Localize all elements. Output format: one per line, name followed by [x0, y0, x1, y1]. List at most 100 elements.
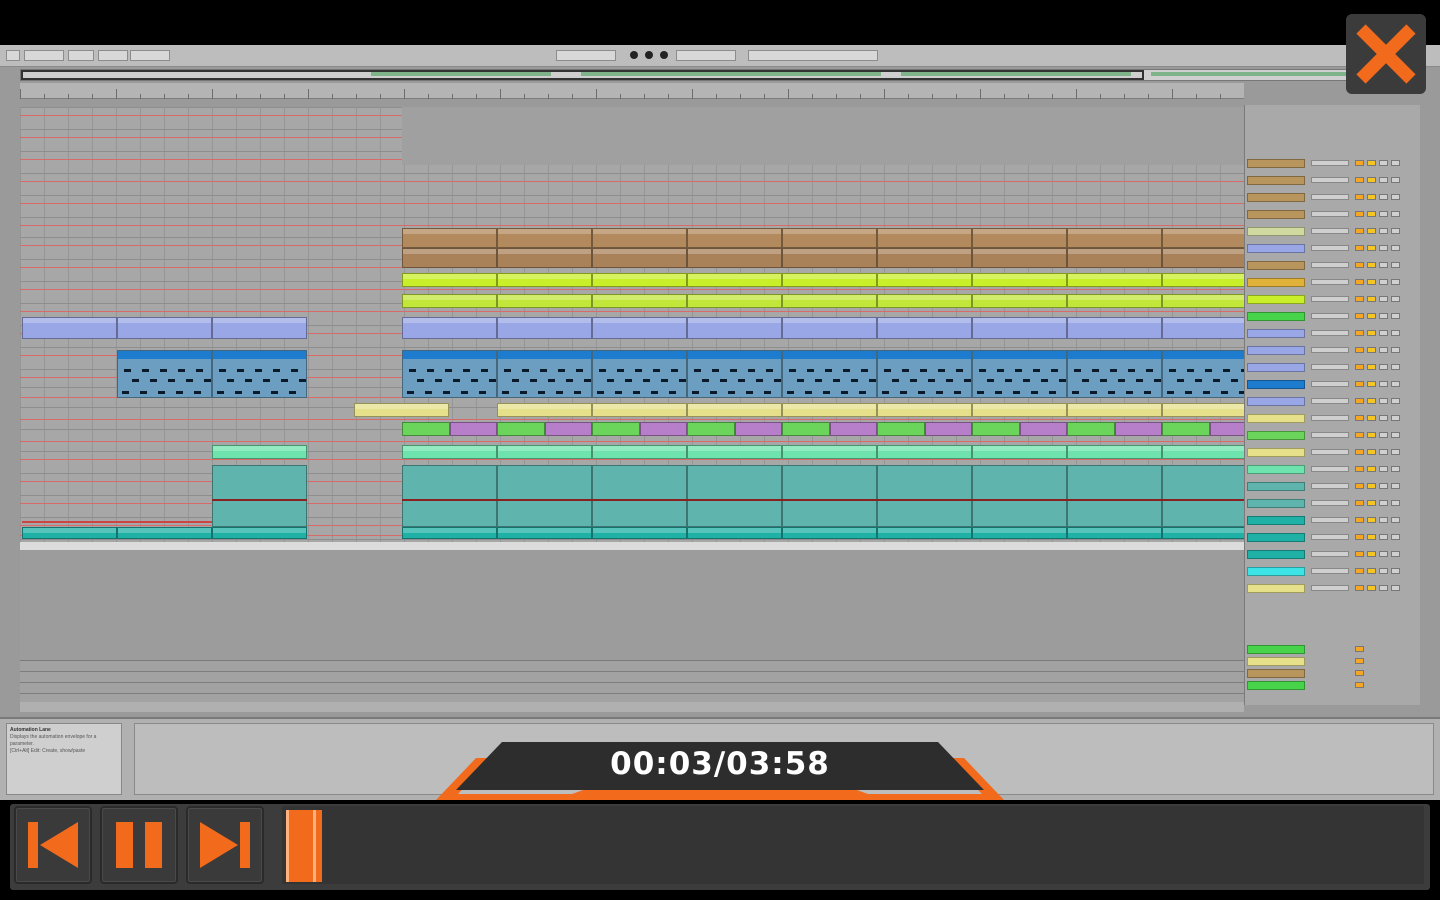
track-activator-button[interactable]: [1355, 534, 1364, 540]
mixer-track-name[interactable]: [1247, 380, 1305, 389]
track-activator-button[interactable]: [1355, 449, 1364, 455]
monitor-button[interactable]: [1391, 568, 1400, 574]
mixer-track-name[interactable]: [1247, 244, 1305, 253]
solo-button[interactable]: [1367, 347, 1376, 353]
mixer-volume-field[interactable]: [1311, 381, 1349, 387]
mixer-track-name[interactable]: [1247, 295, 1305, 304]
mixer-volume-field[interactable]: [1311, 211, 1349, 217]
clip-brown[interactable]: [972, 228, 1067, 248]
monitor-button[interactable]: [1391, 466, 1400, 472]
monitor-button[interactable]: [1391, 517, 1400, 523]
clip-lime-b[interactable]: [1067, 294, 1162, 308]
clip-teal-dark[interactable]: [972, 527, 1067, 539]
solo-button[interactable]: [1367, 211, 1376, 217]
monitor-button[interactable]: [1391, 296, 1400, 302]
toolbar-control[interactable]: [68, 50, 94, 61]
return-track-name[interactable]: [1247, 657, 1305, 666]
track-activator-button[interactable]: [1355, 279, 1364, 285]
solo-button[interactable]: [1367, 500, 1376, 506]
track-activator-button[interactable]: [1355, 194, 1364, 200]
arm-button[interactable]: [1379, 449, 1388, 455]
solo-button[interactable]: [1367, 160, 1376, 166]
midi-clip-blue[interactable]: [972, 350, 1067, 398]
clip-mint[interactable]: [972, 445, 1067, 459]
arm-button[interactable]: [1379, 313, 1388, 319]
clip-green[interactable]: [402, 422, 450, 436]
mixer-volume-field[interactable]: [1311, 585, 1349, 591]
solo-button[interactable]: [1367, 449, 1376, 455]
clip-teal[interactable]: [402, 465, 497, 527]
clip-teal[interactable]: [1067, 465, 1162, 527]
mixer-volume-field[interactable]: [1311, 398, 1349, 404]
clip-mint[interactable]: [877, 445, 972, 459]
clip-green[interactable]: [972, 422, 1020, 436]
track-activator-button[interactable]: [1355, 568, 1364, 574]
mixer-track-name[interactable]: [1247, 329, 1305, 338]
track-activator-button[interactable]: [1355, 585, 1364, 591]
track-activator-button[interactable]: [1355, 364, 1364, 370]
mixer-track-name[interactable]: [1247, 278, 1305, 287]
clip-periwinkle[interactable]: [497, 317, 592, 339]
monitor-button[interactable]: [1391, 279, 1400, 285]
mixer-track-name[interactable]: [1247, 397, 1305, 406]
clip-lime[interactable]: [782, 273, 877, 287]
track-activator-button[interactable]: [1355, 330, 1364, 336]
track-activator-button[interactable]: [1355, 262, 1364, 268]
mixer-volume-field[interactable]: [1311, 279, 1349, 285]
clip-periwinkle[interactable]: [402, 317, 497, 339]
clip-teal-dark[interactable]: [497, 527, 592, 539]
clip-lime[interactable]: [1162, 273, 1244, 287]
clip-brown[interactable]: [592, 228, 687, 248]
monitor-button[interactable]: [1391, 500, 1400, 506]
solo-button[interactable]: [1367, 313, 1376, 319]
clip-purple[interactable]: [1020, 422, 1067, 436]
track-activator-button[interactable]: [1355, 228, 1364, 234]
clip-teal-dark[interactable]: [117, 527, 212, 539]
mixer-track-name[interactable]: [1247, 499, 1305, 508]
track-activator-button[interactable]: [1355, 211, 1364, 217]
solo-button[interactable]: [1367, 534, 1376, 540]
monitor-button[interactable]: [1391, 330, 1400, 336]
solo-button[interactable]: [1367, 177, 1376, 183]
mixer-track-name[interactable]: [1247, 193, 1305, 202]
clip-yellow[interactable]: [1067, 403, 1162, 417]
arrangement-view[interactable]: [20, 107, 1244, 543]
clip-teal-dark[interactable]: [1067, 527, 1162, 539]
clip-teal[interactable]: [877, 465, 972, 527]
next-button[interactable]: [186, 806, 264, 884]
clip-yellow[interactable]: [1162, 403, 1244, 417]
mixer-volume-field[interactable]: [1311, 449, 1349, 455]
mixer-volume-field[interactable]: [1311, 245, 1349, 251]
mixer-track-name[interactable]: [1247, 312, 1305, 321]
arm-button[interactable]: [1379, 177, 1388, 183]
mixer-track-name[interactable]: [1247, 516, 1305, 525]
beat-time-ruler[interactable]: [20, 83, 1244, 99]
mixer-track-name[interactable]: [1247, 227, 1305, 236]
clip-brown-b[interactable]: [497, 248, 592, 268]
clip-lime[interactable]: [402, 273, 497, 287]
arm-button[interactable]: [1379, 347, 1388, 353]
track-activator-button[interactable]: [1355, 160, 1364, 166]
monitor-button[interactable]: [1391, 160, 1400, 166]
clip-mint[interactable]: [497, 445, 592, 459]
clip-teal-dark[interactable]: [687, 527, 782, 539]
midi-clip-blue[interactable]: [497, 350, 592, 398]
arm-button[interactable]: [1379, 432, 1388, 438]
arm-button[interactable]: [1379, 466, 1388, 472]
monitor-button[interactable]: [1391, 313, 1400, 319]
monitor-button[interactable]: [1391, 483, 1400, 489]
track-mixer-panel[interactable]: [1244, 105, 1420, 705]
mixer-track-name[interactable]: [1247, 159, 1305, 168]
track-activator-button[interactable]: [1355, 466, 1364, 472]
arm-button[interactable]: [1379, 160, 1388, 166]
mixer-volume-field[interactable]: [1311, 228, 1349, 234]
arm-button[interactable]: [1379, 517, 1388, 523]
midi-clip-blue[interactable]: [782, 350, 877, 398]
mixer-volume-field[interactable]: [1311, 466, 1349, 472]
clip-periwinkle[interactable]: [212, 317, 307, 339]
track-activator-button[interactable]: [1355, 245, 1364, 251]
monitor-button[interactable]: [1391, 449, 1400, 455]
mixer-track-name[interactable]: [1247, 176, 1305, 185]
clip-teal[interactable]: [212, 465, 307, 527]
clip-purple[interactable]: [1210, 422, 1244, 436]
